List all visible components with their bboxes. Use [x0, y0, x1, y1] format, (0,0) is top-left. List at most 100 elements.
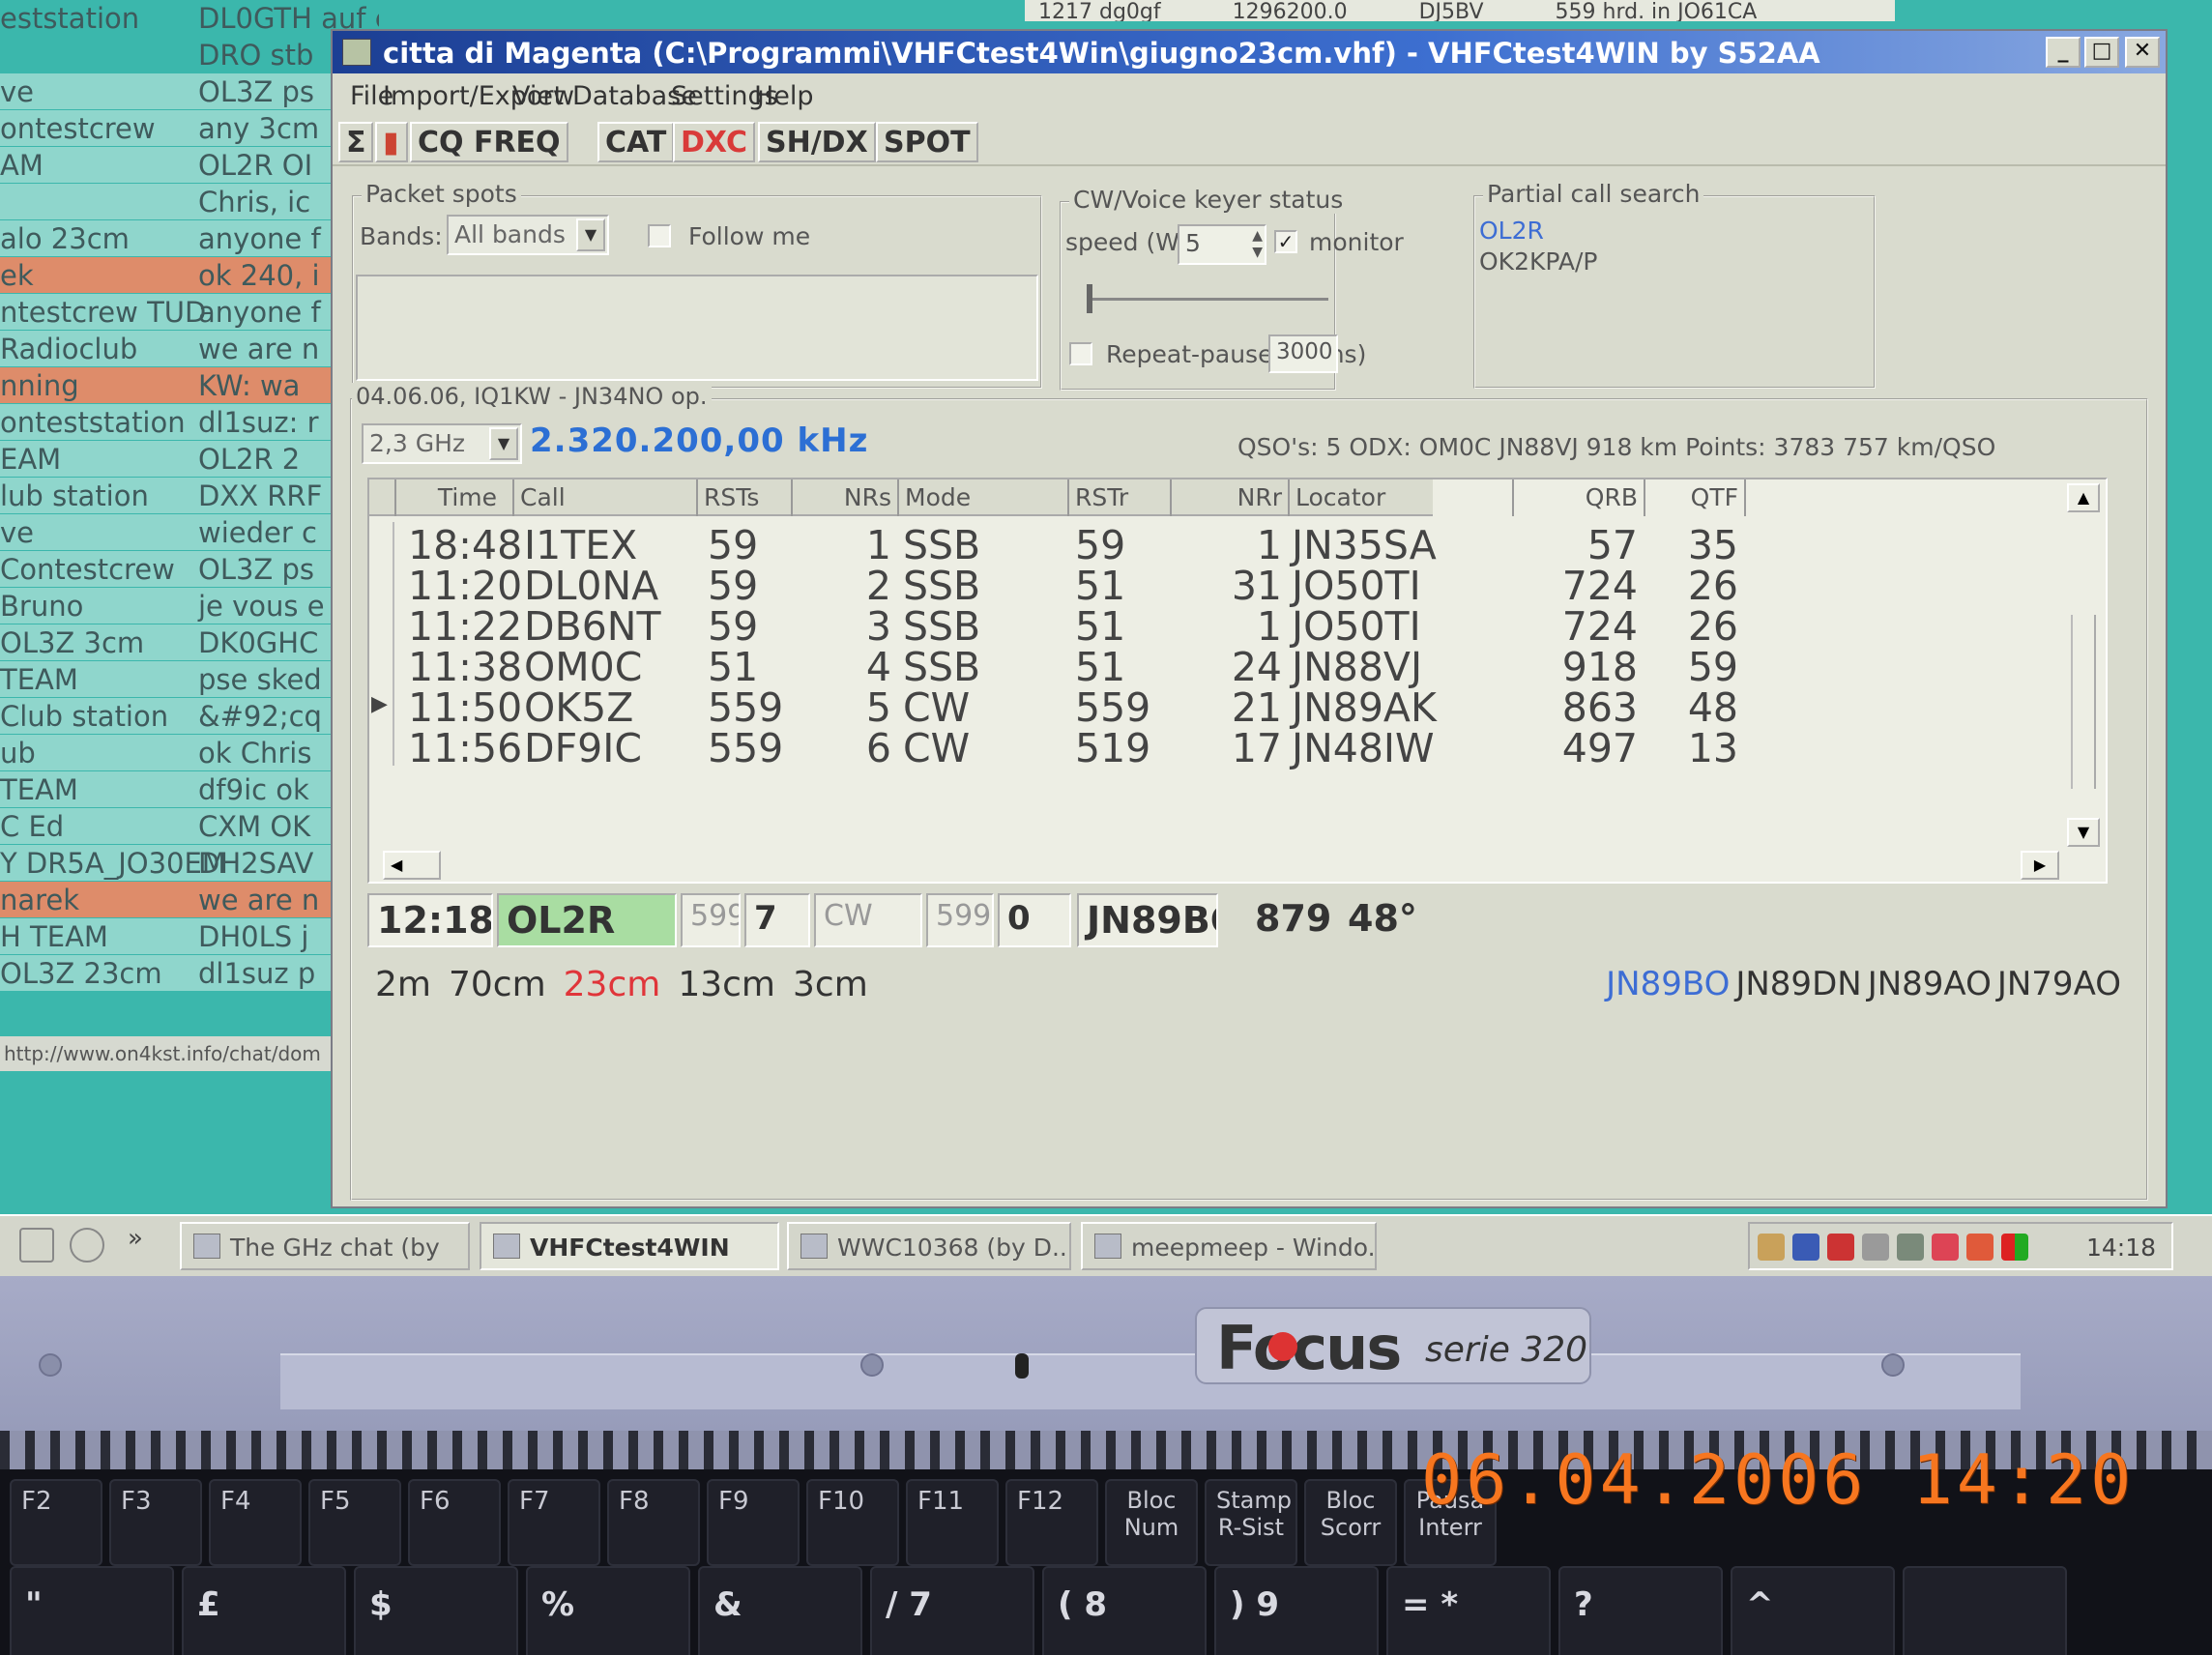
header-qtf[interactable]: QTF [1645, 479, 1746, 516]
chat-row[interactable]: Club station &#92;cq [0, 698, 379, 734]
entry-nrs[interactable]: 7 [744, 893, 810, 947]
task-wwc[interactable]: WWC10368 (by D... [787, 1222, 1071, 1270]
key-f8[interactable]: F8 [607, 1479, 700, 1566]
chat-row[interactable]: DRO stb [0, 37, 379, 73]
chat-row[interactable]: OL3Z 23cm dl1suz p [0, 955, 379, 991]
key[interactable]: & [698, 1566, 862, 1655]
chevron-icon[interactable]: » [128, 1224, 143, 1253]
entry-rstr[interactable]: 599 [926, 893, 994, 947]
key-f4[interactable]: F4 [209, 1479, 302, 1566]
band-button-13cm[interactable]: 13cm [678, 965, 775, 1004]
scroll-down-icon[interactable]: ▼ [2067, 818, 2100, 847]
key[interactable]: / 7 [870, 1566, 1034, 1655]
partial-result-2[interactable]: OK2KPA/P [1479, 247, 1597, 276]
sum-icon[interactable]: Σ [338, 122, 373, 162]
packet-spots-list[interactable] [356, 275, 1038, 381]
tray-icon[interactable] [1758, 1234, 1785, 1261]
table-row[interactable]: 11:56 DF9IC 559 6 CW 519 17 JN48IW 497 13 [369, 725, 1738, 771]
chat-row[interactable]: TEAM pse sked [0, 661, 379, 697]
tray-icon[interactable] [1966, 1234, 1994, 1261]
tray-icon[interactable] [2001, 1234, 2028, 1261]
spot-button[interactable]: SPOT [876, 122, 978, 162]
header-nrr[interactable]: NRr [1172, 479, 1290, 516]
speed-slider-thumb[interactable] [1087, 284, 1092, 313]
key-bloc-num[interactable]: Bloc Num [1105, 1479, 1198, 1566]
band-button-23cm[interactable]: 23cm [564, 965, 661, 1004]
scroll-right-icon[interactable]: ▶ [2021, 851, 2059, 880]
chat-row[interactable]: Contestcrew OL3Z ps [0, 551, 379, 587]
vertical-scrollbar[interactable] [2071, 615, 2096, 789]
table-row[interactable]: 18:48 I1TEX 59 1 SSB 59 1 JN35SA 57 35 [369, 522, 1738, 568]
scroll-up-icon[interactable]: ▲ [2067, 483, 2100, 512]
band-button-3cm[interactable]: 3cm [793, 965, 868, 1004]
key[interactable]: " [10, 1566, 174, 1655]
key[interactable]: % [526, 1566, 690, 1655]
key-stamp-r-sist[interactable]: Stamp R-Sist [1205, 1479, 1297, 1566]
key[interactable]: ^ [1731, 1566, 1895, 1655]
task-ghz-chat[interactable]: The GHz chat (by [180, 1222, 470, 1270]
table-row[interactable]: 11:22 DB6NT 59 3 SSB 51 1 JO50TI 724 26 [369, 603, 1738, 650]
repeat-pause-input[interactable]: 3000 [1268, 334, 1338, 373]
key-bloc-scorr[interactable]: Bloc Scorr [1304, 1479, 1397, 1566]
chat-row[interactable]: Bruno je vous e [0, 588, 379, 624]
chat-row[interactable]: TEAM df9ic ok [0, 771, 379, 807]
header-rstr[interactable]: RSTr [1069, 479, 1172, 516]
key[interactable]: ( 8 [1042, 1566, 1207, 1655]
key[interactable]: ) 9 [1214, 1566, 1379, 1655]
tray-icon[interactable] [1897, 1234, 1924, 1261]
minimize-button[interactable]: _ [2046, 37, 2081, 68]
header-call[interactable]: Call [514, 479, 698, 516]
cq-freq-button[interactable]: CQ FREQ [410, 122, 568, 162]
band-button-70cm[interactable]: 70cm [449, 965, 546, 1004]
key[interactable] [1903, 1566, 2067, 1655]
spin-arrows-icon[interactable]: ▲ ▼ [1252, 228, 1263, 261]
chat-row[interactable]: H TEAM DH0LS j [0, 918, 379, 954]
task-vhfctest[interactable]: VHFCtest4WIN [480, 1222, 779, 1270]
chat-row[interactable]: ve OL3Z ps [0, 73, 379, 109]
qso-grid[interactable]: Time Call RSTs NRs Mode RSTr NRr Locator… [367, 478, 2108, 884]
chat-row[interactable]: ve wieder c [0, 514, 379, 550]
entry-rsts[interactable]: 599 [681, 893, 741, 947]
chat-row[interactable]: Chris, ic [0, 184, 379, 219]
speed-spinner[interactable]: 5 ▲ ▼ [1178, 224, 1266, 265]
chat-row[interactable]: eststationDL0GTH auf einen neuen anlauf [0, 0, 379, 36]
entry-nrr[interactable]: 0 [998, 893, 1071, 947]
tray-icon[interactable] [1792, 1234, 1819, 1261]
chat-row[interactable]: lub station DXX RRF [0, 478, 379, 513]
chevron-down-icon[interactable]: ▼ [576, 218, 605, 251]
task-meepmeep[interactable]: meepmeep - Windo... [1081, 1222, 1377, 1270]
chat-row[interactable]: Radioclub we are n [0, 331, 379, 366]
table-row[interactable]: ▶ 11:50 OK5Z 559 5 CW 559 21 JN89AK 863 48 [369, 684, 1738, 731]
locator-suggestion[interactable]: JN89DN [1735, 965, 1861, 1003]
chevron-down-icon[interactable]: ▼ [489, 427, 518, 460]
header-locator[interactable]: Locator [1290, 479, 1514, 516]
repeat-pause-checkbox[interactable] [1069, 342, 1092, 365]
entry-call[interactable]: OL2R [497, 893, 677, 947]
sh-dx-button[interactable]: SH/DX [758, 122, 876, 162]
chat-row[interactable]: EAM OL2R 2 [0, 441, 379, 477]
key-f10[interactable]: F10 [806, 1479, 899, 1566]
table-row[interactable]: 11:20 DL0NA 59 2 SSB 51 31 JO50TI 724 26 [369, 563, 1738, 609]
key[interactable]: £ [182, 1566, 346, 1655]
band-button-2m[interactable]: 2m [375, 965, 431, 1004]
key-f11[interactable]: F11 [906, 1479, 999, 1566]
table-row[interactable]: 11:38 OM0C 51 4 SSB 51 24 JN88VJ 918 59 [369, 644, 1738, 690]
band-select[interactable]: 2,3 GHz ▼ [362, 423, 522, 464]
chat-row[interactable]: nning KW: wa [0, 367, 379, 403]
close-button[interactable]: ✕ [2125, 37, 2160, 68]
header-mode[interactable]: Mode [899, 479, 1069, 516]
chat-row[interactable]: ub ok Chris [0, 735, 379, 770]
tray-icon[interactable] [1862, 1234, 1889, 1261]
key-f2[interactable]: F2 [10, 1479, 102, 1566]
scroll-left-icon[interactable]: ◀ [383, 851, 441, 880]
key[interactable]: ? [1558, 1566, 1723, 1655]
menu-help[interactable]: Help [754, 81, 814, 111]
locator-suggestion[interactable]: JN79AO [1997, 965, 2121, 1003]
menu-view[interactable]: View [512, 81, 574, 111]
speed-slider-track[interactable] [1087, 298, 1328, 301]
dxc-button[interactable]: DXC [673, 122, 755, 162]
header-qrb[interactable]: QRB [1514, 479, 1645, 516]
chat-row[interactable]: onteststation dl1suz: r [0, 404, 379, 440]
locator-suggestion[interactable]: JN89BO [1606, 965, 1730, 1003]
key-f6[interactable]: F6 [408, 1479, 501, 1566]
